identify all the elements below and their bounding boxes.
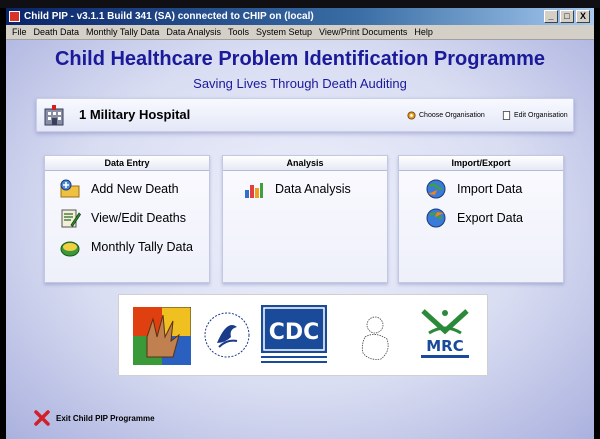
import-data-label: Import Data xyxy=(457,182,523,196)
organisation-bar: 1 Military Hospital Choose Organisation … xyxy=(36,98,574,132)
document-icon xyxy=(502,111,511,120)
exit-button[interactable]: Exit Child PIP Programme xyxy=(34,410,155,426)
view-edit-deaths-button[interactable]: View/Edit Deaths xyxy=(59,207,186,229)
minimize-button[interactable]: _ xyxy=(544,10,558,23)
data-analysis-label: Data Analysis xyxy=(275,182,351,196)
edit-organisation-button[interactable]: Edit Organisation xyxy=(502,111,568,120)
import-export-heading: Import/Export xyxy=(399,156,563,171)
organisation-name: 1 Military Hospital xyxy=(79,107,191,122)
view-edit-deaths-label: View/Edit Deaths xyxy=(91,211,186,225)
menu-system-setup[interactable]: System Setup xyxy=(256,27,312,37)
data-entry-panel: Data Entry Add New Death View/Edit Death… xyxy=(44,155,210,283)
monthly-tally-data-button[interactable]: Monthly Tally Data xyxy=(59,236,193,258)
menu-data-analysis[interactable]: Data Analysis xyxy=(166,27,221,37)
maximize-button[interactable]: □ xyxy=(560,10,574,23)
menu-view-print-documents[interactable]: View/Print Documents xyxy=(319,27,407,37)
analysis-panel: Analysis Data Analysis xyxy=(222,155,388,283)
tally-icon xyxy=(60,241,80,257)
import-data-button[interactable]: Import Data xyxy=(425,178,522,200)
hands-logo xyxy=(133,307,191,365)
cdc-logo-text: CDC xyxy=(269,320,320,345)
main-area: Child Healthcare Problem Identification … xyxy=(6,40,594,439)
choose-organisation-button[interactable]: Choose Organisation xyxy=(407,111,485,120)
app-window: Child PIP - v3.1.1 Build 341 (SA) connec… xyxy=(6,8,594,439)
menu-death-data[interactable]: Death Data xyxy=(34,27,80,37)
choose-organisation-label: Choose Organisation xyxy=(419,112,485,119)
analysis-heading: Analysis xyxy=(223,156,387,171)
exit-label: Exit Child PIP Programme xyxy=(56,413,155,423)
app-icon xyxy=(9,11,20,22)
hhs-seal-logo xyxy=(204,312,250,358)
import-globe-icon xyxy=(426,179,446,199)
export-data-button[interactable]: Export Data xyxy=(425,207,523,229)
partner-logos: CDC MRC xyxy=(118,294,488,376)
page-title: Child Healthcare Problem Identification … xyxy=(54,48,546,70)
monthly-tally-data-label: Monthly Tally Data xyxy=(91,240,193,254)
close-button[interactable]: X xyxy=(576,10,590,23)
cdc-logo: CDC xyxy=(261,305,327,363)
data-analysis-button[interactable]: Data Analysis xyxy=(243,178,351,200)
export-data-label: Export Data xyxy=(457,211,524,225)
hospital-icon xyxy=(44,105,64,126)
screen-bezel xyxy=(0,0,600,8)
menu-help[interactable]: Help xyxy=(414,27,433,37)
mrc-logo: MRC xyxy=(421,309,469,358)
edit-organisation-label: Edit Organisation xyxy=(514,112,568,119)
menu-tools[interactable]: Tools xyxy=(228,27,249,37)
line-art-logo xyxy=(361,316,389,360)
data-entry-heading: Data Entry xyxy=(45,156,209,171)
menu-monthly-tally-data[interactable]: Monthly Tally Data xyxy=(86,27,159,37)
add-new-death-button[interactable]: Add New Death xyxy=(59,178,179,200)
edit-document-icon xyxy=(61,209,81,228)
bar-chart-icon xyxy=(245,183,263,198)
mrc-logo-text: MRC xyxy=(426,337,464,355)
page-subtitle: Saving Lives Through Death Auditing xyxy=(193,76,407,91)
title-bar[interactable]: Child PIP - v3.1.1 Build 341 (SA) connec… xyxy=(6,8,594,25)
add-new-death-label: Add New Death xyxy=(91,182,179,196)
folder-add-icon xyxy=(60,179,80,198)
import-export-panel: Import/Export Import Data Export Data xyxy=(398,155,564,283)
menu-bar: File Death Data Monthly Tally Data Data … xyxy=(6,25,594,40)
menu-file[interactable]: File xyxy=(12,27,27,37)
window-controls: _ □ X xyxy=(544,10,590,23)
close-x-icon xyxy=(34,410,50,426)
export-globe-icon xyxy=(426,208,446,228)
window-title: Child PIP - v3.1.1 Build 341 (SA) connec… xyxy=(24,11,314,22)
choose-icon xyxy=(407,111,416,120)
